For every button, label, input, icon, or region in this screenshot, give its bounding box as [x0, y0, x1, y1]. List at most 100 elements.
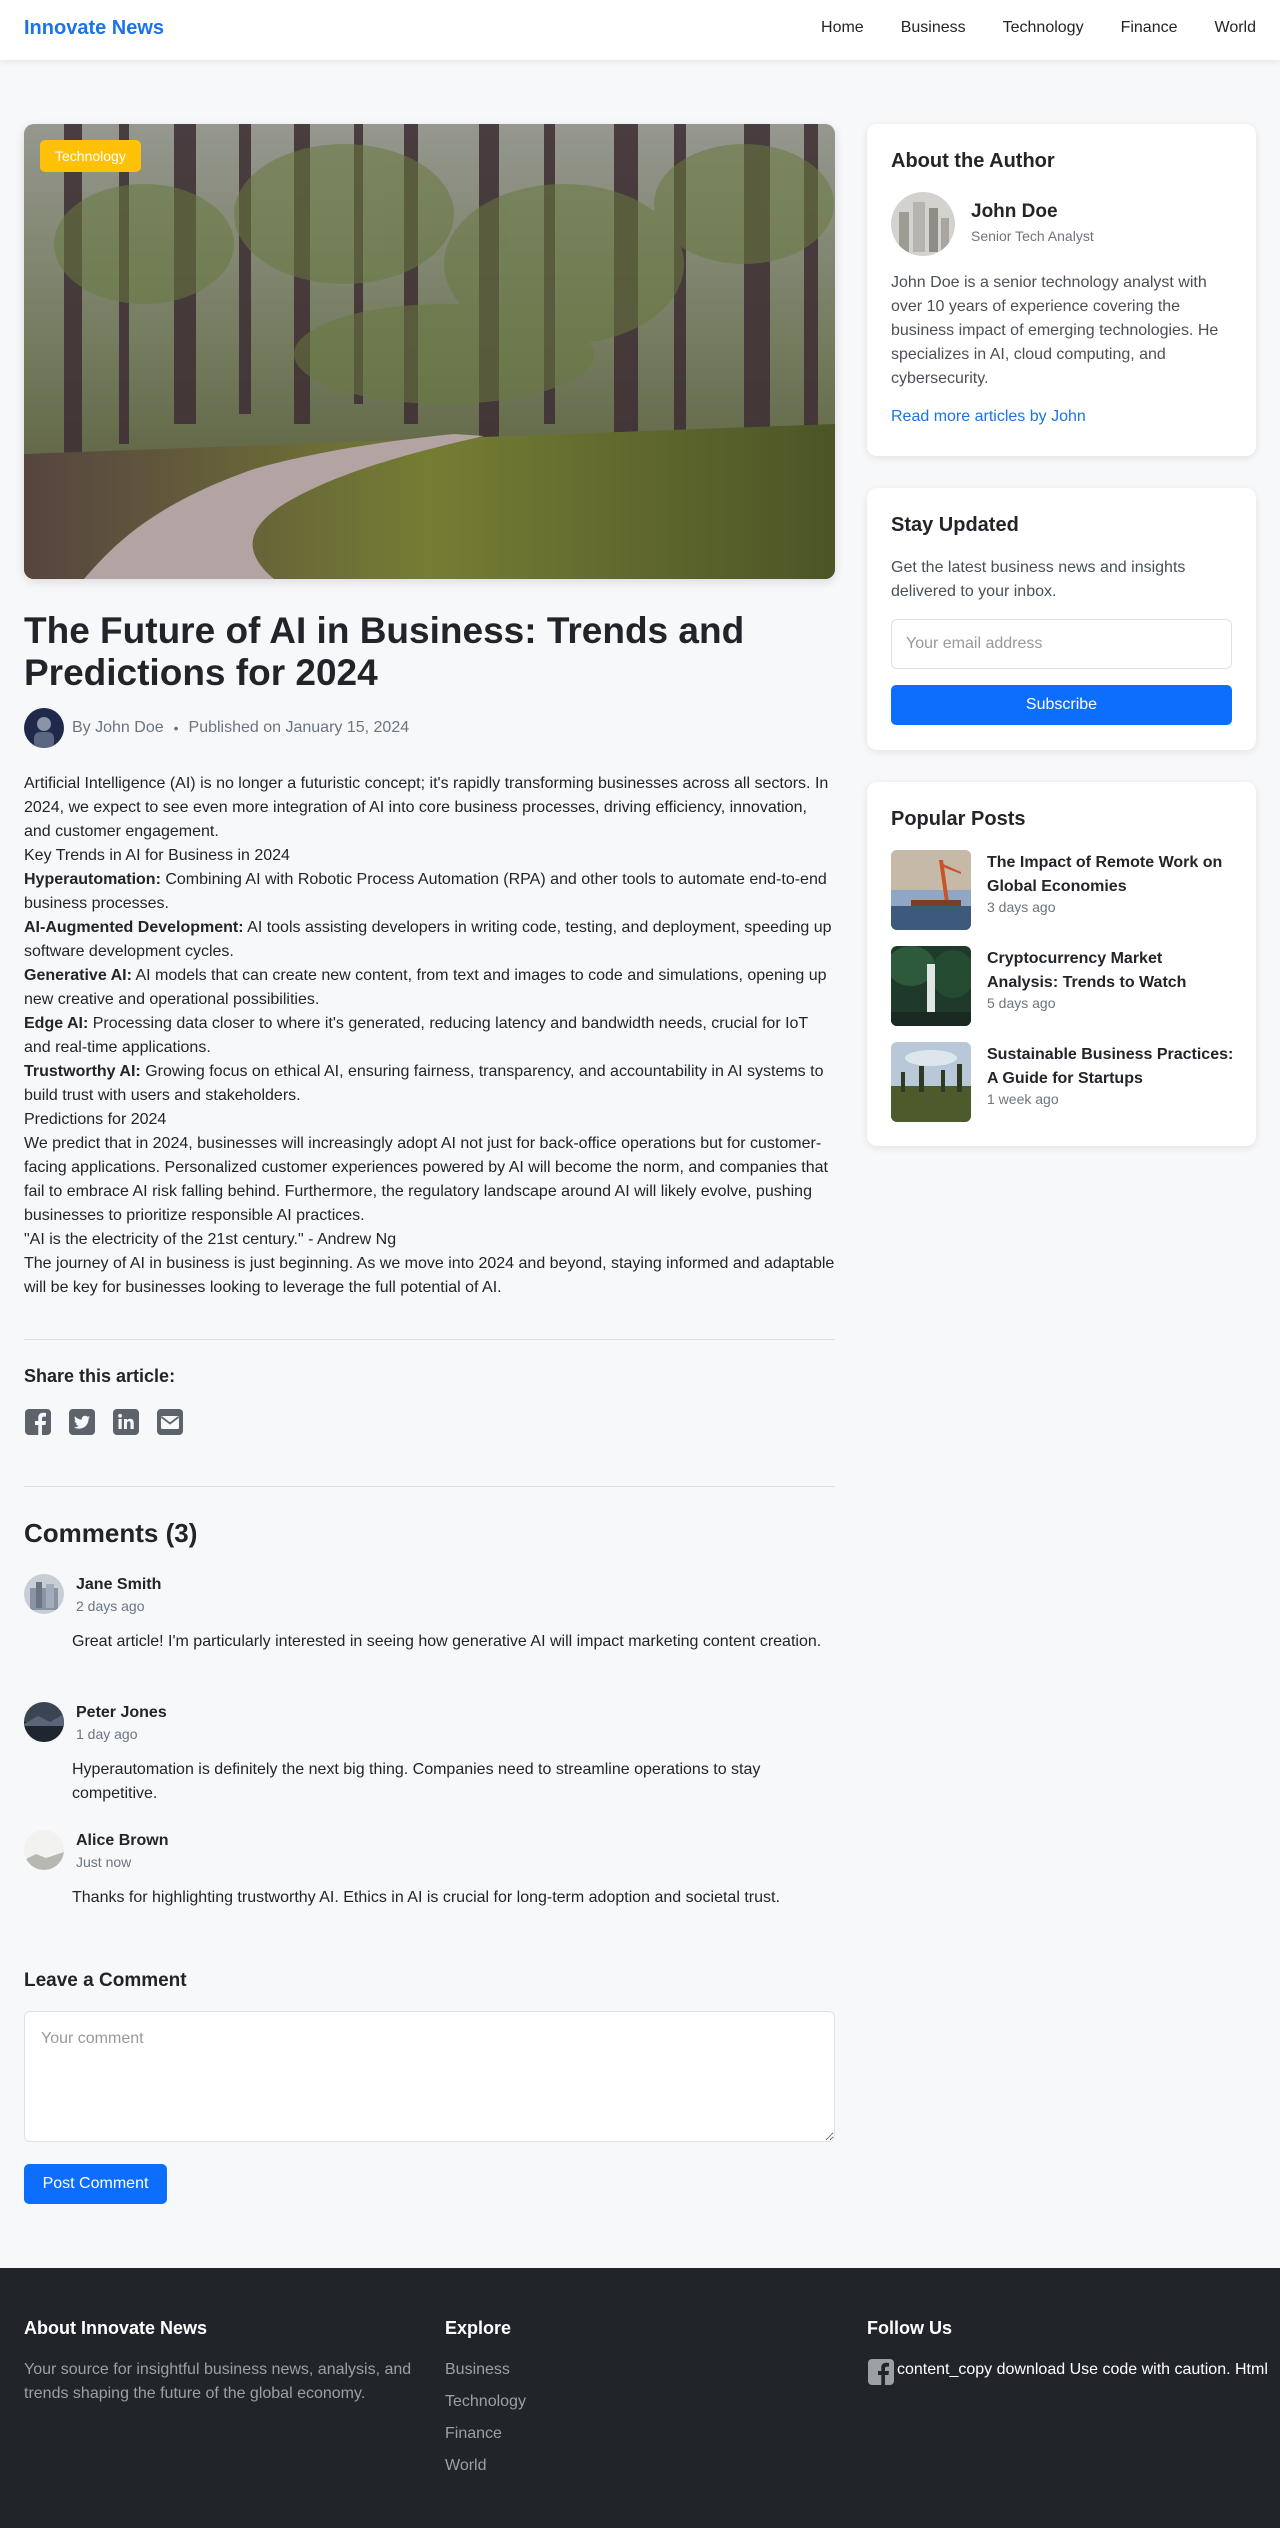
- divider: [24, 1486, 835, 1487]
- site-footer: About Innovate News Your source for insi…: [0, 2268, 1280, 2528]
- author-bio: John Doe is a senior technology analyst …: [891, 274, 1219, 387]
- post-thumbnail: [891, 850, 971, 930]
- author-articles-link[interactable]: Read more articles by John: [891, 408, 1086, 426]
- divider: [24, 1339, 835, 1340]
- facebook-icon[interactable]: [24, 1408, 52, 1436]
- trend-item: Generative AI: AI models that can create…: [24, 964, 835, 1012]
- popular-posts-card: Popular Posts The Impact of Remote Work …: [867, 782, 1256, 1146]
- meta-separator: •: [173, 720, 179, 736]
- trend-item: Trustworthy AI: Growing focus on ethical…: [24, 1060, 835, 1108]
- footer-about-heading: About Innovate News: [24, 2318, 208, 2338]
- newsletter-card: Stay Updated Get the latest business new…: [867, 488, 1256, 750]
- article-quote: "AI is the electricity of the 21st centu…: [24, 1231, 397, 1248]
- nav-link-finance[interactable]: Finance: [1121, 19, 1178, 37]
- trend-item: Edge AI: Processing data closer to where…: [24, 1012, 835, 1060]
- footer-follow-text: content_copy download Use code with caut…: [897, 2361, 1268, 2378]
- post-time: 1 week ago: [987, 1091, 1059, 1107]
- post-title[interactable]: The Impact of Remote Work on Global Econ…: [987, 851, 1237, 899]
- footer-link-world[interactable]: World: [445, 2454, 526, 2478]
- comment-text: Hyperautomation is definitely the next b…: [72, 1761, 761, 1802]
- footer-follow: content_copy download Use code with caut…: [867, 2358, 1280, 2386]
- commenter-name: Peter Jones: [76, 1704, 167, 1721]
- site-logo[interactable]: Innovate News: [24, 17, 164, 40]
- trend-term: AI-Augmented Development:: [24, 919, 244, 936]
- author-role: Senior Tech Analyst: [971, 228, 1094, 244]
- trend-term: Hyperautomation:: [24, 871, 161, 888]
- post-time: 3 days ago: [987, 899, 1056, 915]
- category-badge[interactable]: Technology: [40, 140, 141, 172]
- twitter-icon[interactable]: [68, 1408, 96, 1436]
- newsletter-text: Get the latest business news and insight…: [891, 559, 1186, 600]
- trend-text: Processing data closer to where it's gen…: [24, 1015, 808, 1056]
- footer-about-text: Your source for insightful business news…: [24, 2361, 412, 2402]
- footer-explore-links: Business Technology Finance World: [445, 2358, 526, 2478]
- publish-date: Published on January 15, 2024: [188, 719, 410, 736]
- commenter-name: Jane Smith: [76, 1576, 162, 1593]
- commenter-avatar: [24, 1574, 64, 1614]
- nav-link-business[interactable]: Business: [901, 19, 966, 37]
- comment-text: Great article! I'm particularly interest…: [72, 1633, 822, 1650]
- post-thumbnail: [891, 946, 971, 1026]
- commenter-avatar: [24, 1702, 64, 1742]
- trend-term: Generative AI:: [24, 967, 132, 984]
- facebook-icon[interactable]: [867, 2358, 895, 2386]
- popular-post-item[interactable]: Cryptocurrency Market Analysis: Trends t…: [891, 946, 1232, 1026]
- trend-item: Hyperautomation: Combining AI with Robot…: [24, 868, 835, 916]
- newsletter-heading: Stay Updated: [891, 514, 1019, 536]
- subscribe-button[interactable]: Subscribe: [891, 685, 1232, 725]
- envelope-icon[interactable]: [156, 1408, 184, 1436]
- author-name: John Doe: [971, 201, 1058, 222]
- comments-heading: Comments (3): [24, 1518, 198, 1548]
- post-time: 5 days ago: [987, 995, 1056, 1011]
- trend-term: Trustworthy AI:: [24, 1063, 141, 1080]
- footer-link-technology[interactable]: Technology: [445, 2390, 526, 2414]
- trend-text: AI models that can create new content, f…: [24, 967, 827, 1008]
- author-avatar-small: [24, 708, 64, 748]
- main-nav: Home Business Technology Finance World: [821, 19, 1256, 37]
- commenter-avatar: [24, 1830, 64, 1870]
- post-title[interactable]: Sustainable Business Practices: A Guide …: [987, 1043, 1237, 1091]
- post-thumbnail: [891, 1042, 971, 1122]
- comment-text: Thanks for highlighting trustworthy AI. …: [72, 1889, 780, 1906]
- share-buttons: [24, 1408, 184, 1436]
- article-hero-image: Technology: [24, 124, 835, 579]
- comment-time: 2 days ago: [76, 1598, 145, 1614]
- author-card-heading: About the Author: [891, 150, 1055, 172]
- email-input[interactable]: [891, 619, 1232, 669]
- nav-link-technology[interactable]: Technology: [1003, 19, 1084, 37]
- article-conclusion: The journey of AI in business is just be…: [24, 1255, 835, 1296]
- footer-follow-heading: Follow Us: [867, 2318, 952, 2338]
- article-intro: Artificial Intelligence (AI) is no longe…: [24, 775, 829, 840]
- trends-heading: Key Trends in AI for Business in 2024: [24, 847, 290, 864]
- post-comment-button[interactable]: Post Comment: [24, 2164, 167, 2204]
- comment-textarea[interactable]: [24, 2011, 835, 2142]
- commenter-name: Alice Brown: [76, 1832, 169, 1849]
- top-navbar: Innovate News Home Business Technology F…: [0, 0, 1280, 60]
- popular-post-item[interactable]: The Impact of Remote Work on Global Econ…: [891, 850, 1232, 930]
- article-title: The Future of AI in Business: Trends and…: [24, 610, 745, 693]
- footer-link-finance[interactable]: Finance: [445, 2422, 526, 2446]
- author-avatar: [891, 192, 955, 256]
- share-heading: Share this article:: [24, 1366, 176, 1386]
- nav-link-home[interactable]: Home: [821, 19, 864, 37]
- popular-post-item[interactable]: Sustainable Business Practices: A Guide …: [891, 1042, 1233, 1122]
- comment-time: Just now: [76, 1854, 132, 1870]
- trend-text: Growing focus on ethical AI, ensuring fa…: [24, 1063, 824, 1104]
- popular-posts-heading: Popular Posts: [891, 808, 1026, 830]
- post-title[interactable]: Cryptocurrency Market Analysis: Trends t…: [987, 947, 1237, 995]
- linkedin-icon[interactable]: [112, 1408, 140, 1436]
- comment-time: 1 day ago: [76, 1726, 138, 1742]
- footer-explore-heading: Explore: [445, 2318, 512, 2338]
- predictions-text: We predict that in 2024, businesses will…: [24, 1135, 828, 1224]
- nav-link-world[interactable]: World: [1215, 19, 1257, 37]
- forest-path-image: [24, 124, 835, 579]
- predictions-heading: Predictions for 2024: [24, 1111, 167, 1128]
- article-body: Artificial Intelligence (AI) is no longe…: [24, 772, 835, 1300]
- article-meta: By John Doe • Published on January 15, 2…: [24, 708, 409, 748]
- author-card: About the Author John Doe Senior Tech An…: [867, 124, 1256, 456]
- leave-comment-heading: Leave a Comment: [24, 1970, 187, 1991]
- trend-term: Edge AI:: [24, 1015, 89, 1032]
- footer-link-business[interactable]: Business: [445, 2358, 526, 2382]
- byline[interactable]: By John Doe: [72, 719, 164, 737]
- trend-item: AI-Augmented Development: AI tools assis…: [24, 916, 835, 964]
